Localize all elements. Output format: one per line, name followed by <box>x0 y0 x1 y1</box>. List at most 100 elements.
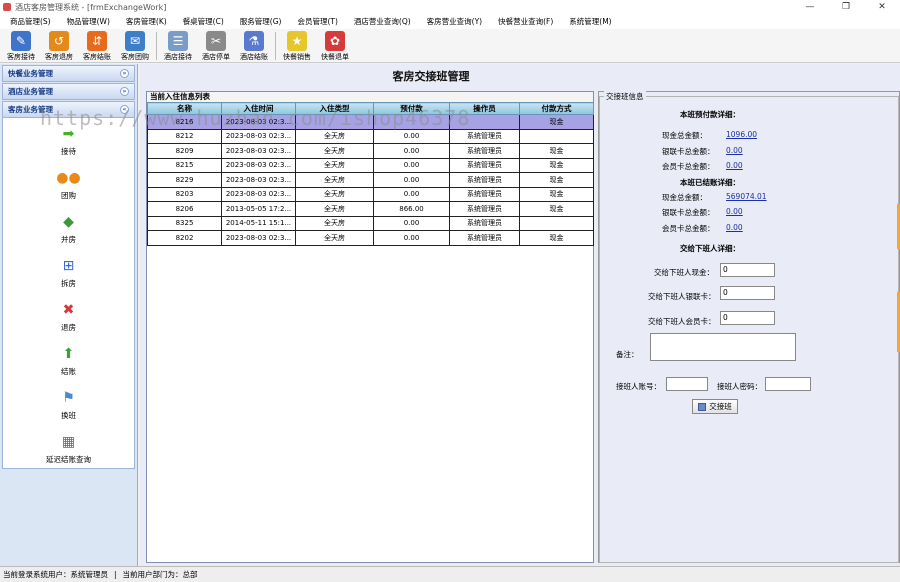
shift-info-panel: 交接班信息 本班预付款详细： 现金总金额： 1096.00 银联卡总金额： 0.… <box>598 91 900 563</box>
nav-merge-room[interactable]: ◆ 并房 <box>3 206 134 250</box>
left-panel: 快餐业务管理 » 酒店业务管理 » 客房业务管理 « ➡ 接待 ●● 团购 ◆ … <box>0 64 138 566</box>
restore-button[interactable]: ❐ <box>828 0 864 14</box>
flag-icon: ⚑ <box>62 389 75 406</box>
prepay-member-value[interactable]: 0.00 <box>726 161 743 170</box>
toolbar-room-group[interactable]: ✉ 客房团购 <box>116 29 154 63</box>
gear-icon: ✿ <box>325 31 345 51</box>
table-header-row: 名称 入住时间 入住类型 预付款 操作员 付款方式 <box>147 102 594 115</box>
prepay-unionpay-label: 银联卡总金额： <box>662 147 715 156</box>
menu-system[interactable]: 系统管理(M) <box>559 16 617 27</box>
status-dept: 当前用户部门为：总部 <box>122 570 198 579</box>
toolbar-fastfood-sale[interactable]: ★ 快餐销售 <box>278 29 316 63</box>
settled-cash-value[interactable]: 569074.01 <box>726 192 767 201</box>
toolbar-room-reception[interactable]: ✎ 客房接待 <box>2 29 40 63</box>
groupbox-legend: 交接班信息 <box>604 91 646 102</box>
table-row[interactable]: 8206 2013-05-05 17:2... 全天房 866.00 系统管理员 现金 <box>147 201 594 217</box>
table-row[interactable]: 8209 2023-08-03 02:3... 全天房 0.00 系统管理员 现金 <box>147 143 594 159</box>
settled-unionpay-value[interactable]: 0.00 <box>726 207 743 216</box>
people-icon: ●● <box>56 169 81 186</box>
receiver-account-input[interactable] <box>666 377 708 391</box>
table-row[interactable]: 8216 2023-08-03 02:3... 现金 <box>147 114 594 130</box>
toolbar-hotel-reception[interactable]: ☰ 酒店接待 <box>159 29 197 63</box>
nav-split-room[interactable]: ⊞ 拆房 <box>3 250 134 294</box>
menu-items[interactable]: 物品管理(W) <box>57 16 116 27</box>
chevron-down-icon: » <box>120 69 129 78</box>
col-payment[interactable]: 付款方式 <box>519 102 594 115</box>
menu-goods[interactable]: 商品管理(S) <box>0 16 57 27</box>
checkin-table[interactable]: 名称 入住时间 入住类型 预付款 操作员 付款方式 8216 2023-08-03… <box>147 102 594 246</box>
toolbar-room-checkout[interactable]: ↺ 客房退房 <box>40 29 78 63</box>
prepay-title: 本班预付款详细： <box>680 110 740 119</box>
receiver-password-label: 接班人密码： <box>717 382 762 391</box>
minimize-button[interactable]: — <box>792 0 828 14</box>
chevron-up-icon: « <box>120 105 129 114</box>
table-row[interactable]: 8325 2014-05-11 15:1... 全天房 0.00 系统管理员 <box>147 215 594 231</box>
menu-members[interactable]: 会员管理(T) <box>287 16 343 27</box>
table-row[interactable]: 8215 2023-08-03 02:3... 全天房 0.00 系统管理员 现金 <box>147 157 594 173</box>
tools-icon: ✂ <box>206 31 226 51</box>
return-icon: ↺ <box>49 31 69 51</box>
menu-rooms[interactable]: 客房管理(K) <box>116 16 173 27</box>
chevron-down-icon: » <box>120 87 129 96</box>
remark-label: 备注： <box>616 350 639 359</box>
delete-doc-icon: ✖ <box>62 301 75 318</box>
handover-cash-input[interactable]: 0 <box>720 263 775 277</box>
menu-bar: 商品管理(S) 物品管理(W) 客房管理(K) 餐桌管理(C) 服务管理(G) … <box>0 14 900 29</box>
toolbar-separator <box>275 32 276 60</box>
handover-unionpay-input[interactable]: 0 <box>720 286 775 300</box>
room-nav-list: ➡ 接待 ●● 团购 ◆ 并房 ⊞ 拆房 ✖ 退房 ⬆ 结账 ⚑ 换班 ▦ 延迟 <box>2 118 135 469</box>
prepay-cash-value[interactable]: 1096.00 <box>726 130 757 139</box>
toolbar-room-settle[interactable]: ⇵ 客房结账 <box>78 29 116 63</box>
settled-member-label: 会员卡总金额： <box>662 224 715 233</box>
accordion-hotel[interactable]: 酒店业务管理 » <box>2 83 135 100</box>
prepay-member-label: 会员卡总金额： <box>662 162 715 171</box>
handover-member-input[interactable]: 0 <box>720 311 775 325</box>
col-checkin-time[interactable]: 入住时间 <box>221 102 296 115</box>
menu-hotel-query[interactable]: 酒店营业查询(Q) <box>344 16 417 27</box>
col-operator[interactable]: 操作员 <box>449 102 520 115</box>
nav-shift-change[interactable]: ⚑ 换班 <box>3 382 134 426</box>
table-row[interactable]: 8229 2023-08-03 02:3... 全天房 0.00 系统管理员 现金 <box>147 172 594 188</box>
toolbar-fastfood-return[interactable]: ✿ 快餐退单 <box>316 29 354 63</box>
accordion-rooms[interactable]: 客房业务管理 « <box>2 101 135 118</box>
toolbar-hotel-hold[interactable]: ✂ 酒店停单 <box>197 29 235 63</box>
settled-member-value[interactable]: 0.00 <box>726 223 743 232</box>
calendar-icon: ▦ <box>61 433 76 450</box>
shift-change-button[interactable]: 交接班 <box>692 399 738 414</box>
menu-tables[interactable]: 餐桌管理(C) <box>173 16 230 27</box>
col-prepay[interactable]: 预付款 <box>373 102 450 115</box>
nav-group[interactable]: ●● 团购 <box>3 162 134 206</box>
nav-settle[interactable]: ⬆ 结账 <box>3 338 134 382</box>
arrows-icon: ⬆ <box>62 345 75 362</box>
close-button[interactable]: ✕ <box>864 0 900 14</box>
nav-checkout[interactable]: ✖ 退房 <box>3 294 134 338</box>
bottles-icon: ⚗ <box>244 31 264 51</box>
shift-icon <box>698 402 707 411</box>
col-name[interactable]: 名称 <box>147 102 222 115</box>
status-bar: 当前登录系统用户：系统管理员 | 当前用户部门为：总部 <box>0 566 900 582</box>
toolbar: ✎ 客房接待 ↺ 客房退房 ⇵ 客房结账 ✉ 客房团购 ☰ 酒店接待 ✂ 酒店停… <box>0 29 900 63</box>
table-row[interactable]: 8203 2023-08-03 02:3... 全天房 0.00 系统管理员 现金 <box>147 186 594 202</box>
handover-title: 交给下班人详细： <box>680 244 740 253</box>
remark-textarea[interactable] <box>650 333 796 361</box>
toolbar-hotel-settle[interactable]: ⚗ 酒店结账 <box>235 29 273 63</box>
menu-fastfood-query[interactable]: 快餐营业查询(F) <box>488 16 559 27</box>
prepay-cash-label: 现金总金额： <box>662 131 707 140</box>
prepay-unionpay-value[interactable]: 0.00 <box>726 146 743 155</box>
window-title: 酒店客房管理系统 - [frmExchangeWork] <box>15 2 167 12</box>
settled-unionpay-label: 银联卡总金额： <box>662 208 715 217</box>
col-checkin-type[interactable]: 入住类型 <box>295 102 374 115</box>
page-title: 客房交接班管理 <box>392 70 470 83</box>
menu-services[interactable]: 服务管理(G) <box>230 16 288 27</box>
receiver-password-input[interactable] <box>765 377 811 391</box>
table-row[interactable]: 8212 2023-08-03 02:3... 全天房 0.00 系统管理员 <box>147 128 594 144</box>
pen-icon: ✎ <box>11 31 31 51</box>
table-row[interactable]: 8202 2023-08-03 02:3... 全天房 0.00 系统管理员 现金 <box>147 230 594 246</box>
menu-room-query[interactable]: 客房营业查询(Y) <box>417 16 488 27</box>
nav-reception[interactable]: ➡ 接待 <box>3 118 134 162</box>
main-panel: 客房交接班管理 当前入住信息列表 名称 入住时间 入住类型 预付款 操作员 付款… <box>140 64 900 566</box>
cubes-icon: ◆ <box>63 213 74 230</box>
toolbar-separator <box>156 32 157 60</box>
nav-delayed-query[interactable]: ▦ 延迟结账查询 <box>3 426 134 470</box>
accordion-fastfood[interactable]: 快餐业务管理 » <box>2 65 135 82</box>
